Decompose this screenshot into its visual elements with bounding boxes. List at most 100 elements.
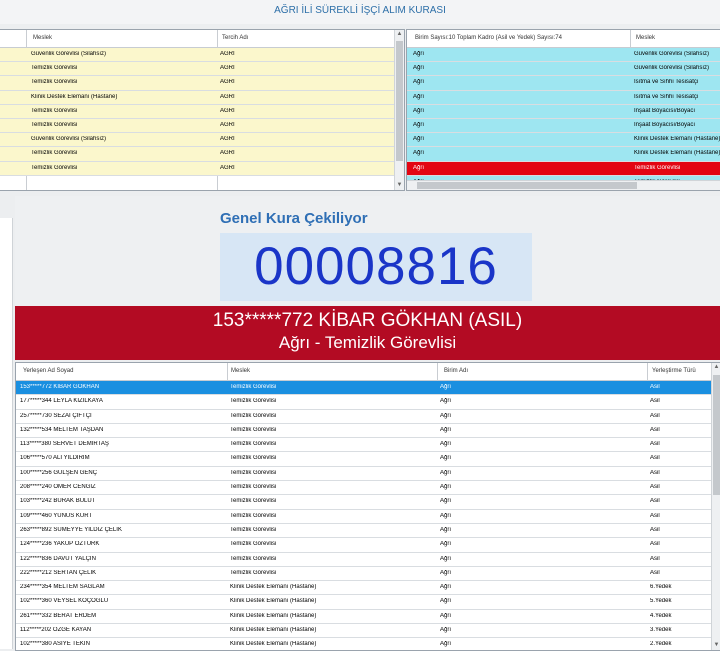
table-cell: Ağrı xyxy=(440,426,452,433)
table-cell: Ağrı xyxy=(440,569,452,576)
table-row[interactable]: 112*****202 ÖZGE KAYAN Klinik Destek Elem… xyxy=(16,624,720,639)
table-cell: 106*****570 ALİ YILDIRIM xyxy=(20,455,90,462)
scroll-thumb[interactable] xyxy=(396,41,403,161)
table-row[interactable]: 103*****242 BURAK BULUT Temizlik Görevlis… xyxy=(16,495,720,510)
table-row[interactable]: 257*****730 SEZAİ ÇİFTÇİ Temizlik Görevli… xyxy=(16,409,720,424)
table-row[interactable]: Ağrı Isıtma ve Sıhhi Tesisatçı xyxy=(407,90,720,105)
column-header-meslek[interactable]: Meslek xyxy=(33,35,52,41)
table-row[interactable]: Temizlik Görevlisi AĞRI xyxy=(0,118,404,134)
table-row[interactable]: Ağrı İnşaat Boyacısı/Boyacı xyxy=(407,118,720,134)
table-cell: Güvenlik Görevlisi (Silahsız) xyxy=(634,51,710,57)
table-row[interactable]: 263*****892 SÜMEYYE YILDIZ ÇELİK Temizlik… xyxy=(16,523,720,539)
table-cell: 103*****242 BURAK BULUT xyxy=(20,498,96,505)
table-row[interactable]: 208*****240 ÖMER CENGİZ Temizlik Görevlis… xyxy=(16,481,720,496)
table-row[interactable]: 102*****360 VEYSEL KOÇOĞLU Klinik Destek … xyxy=(16,595,720,610)
table-row[interactable]: 109*****460 YUNUS KURT Temizlik Görevlisi… xyxy=(16,509,720,524)
winner-name: 153*****772 KİBAR GÖKHAN (ASIL) xyxy=(212,310,523,331)
table-row[interactable]: Güvenlik Görevlisi (Silahsız) AĞRI xyxy=(0,133,404,148)
column-header-tercih-adi[interactable]: Tercih Adı xyxy=(222,35,248,41)
table-cell: 122*****836 DAVUT YALÇIN xyxy=(20,555,96,562)
table-row[interactable]: 124*****236 YAKUP ÖZTÜRK Temizlik Görevli… xyxy=(16,538,720,553)
table-cell: AĞRI xyxy=(220,164,235,171)
table-cell: Temizlik Görevlisi xyxy=(31,164,78,171)
table-cell: AĞRI xyxy=(220,121,235,128)
table-cell: 2.Yedek xyxy=(650,641,672,648)
column-header-ad-soyad[interactable]: Yerleşen Ad Soyad xyxy=(23,368,73,374)
table-cell: Temizlik Görevlisi xyxy=(230,412,277,419)
tercih-grid[interactable]: Meslek Tercih Adı Güvenlik Görevlisi (Si… xyxy=(0,29,405,191)
birim-grid-hscroll[interactable] xyxy=(407,180,720,190)
scroll-up-icon[interactable]: ▲ xyxy=(712,363,720,372)
table-cell: 102*****360 VEYSEL KOÇOĞLU xyxy=(20,598,109,605)
table-row[interactable]: Klinik Destek Elemanı (Hastane) AĞRI xyxy=(0,90,404,105)
column-header-birim[interactable]: Birim Sayısı:10 Toplam Kadro (Asil ve Ye… xyxy=(415,35,562,41)
table-cell: Klinik Destek Elemanı (Hastane) xyxy=(634,136,720,143)
table-cell: Klinik Destek Elemanı (Hastane) xyxy=(230,612,317,619)
scroll-down-icon[interactable]: ▼ xyxy=(395,181,404,190)
table-cell: Ağrı xyxy=(413,164,425,171)
table-cell: Asil xyxy=(650,426,660,433)
tercih-grid-vscroll[interactable]: ▲ ▼ xyxy=(394,30,404,190)
column-header-meslek[interactable]: Meslek xyxy=(636,35,655,41)
table-row[interactable]: 100*****256 GÜLŞEN GENÇ Temizlik Görevlis… xyxy=(16,466,720,482)
table-cell: Asil xyxy=(650,412,660,419)
scroll-up-icon[interactable]: ▲ xyxy=(395,30,404,39)
table-cell: AĞRI xyxy=(220,107,235,114)
table-row[interactable]: Güvenlik Görevlisi (Silahsız) AĞRI xyxy=(0,48,404,63)
table-row[interactable]: Ağrı Isıtma ve Sıhhi Tesisatçı xyxy=(407,76,720,91)
table-row[interactable]: Temizlik Görevlisi AĞRI xyxy=(0,62,404,77)
table-row[interactable]: Temizlik Görevlisi AĞRI xyxy=(0,161,404,176)
table-row[interactable]: 234*****354 MELTEM SAĞLAM Klinik Destek E… xyxy=(16,581,720,596)
table-row[interactable]: 106*****570 ALİ YILDIRIM Temizlik Görevli… xyxy=(16,452,720,467)
table-row[interactable]: 113*****380 SERVET DEMİRTAŞ Temizlik Göre… xyxy=(16,438,720,453)
scroll-thumb[interactable] xyxy=(713,375,720,495)
table-cell: Ağrı xyxy=(440,398,452,405)
column-header-meslek[interactable]: Meslek xyxy=(231,368,250,374)
table-row[interactable]: Ağrı Klinik Destek Elemanı (Hastane) xyxy=(407,147,720,162)
table-row[interactable]: Temizlik Görevlisi AĞRI xyxy=(0,76,404,91)
table-row[interactable]: Ağrı Güvenlik Görevlisi (Silahsız) xyxy=(407,62,720,77)
table-row[interactable]: 153*****772 KİBAR GÖKHAN Temizlik Görevli… xyxy=(16,381,720,396)
birim-grid[interactable]: Birim Sayısı:10 Toplam Kadro (Asil ve Ye… xyxy=(406,29,720,191)
column-header-birim-adi[interactable]: Birim Adı xyxy=(444,368,468,374)
table-cell: Ağrı xyxy=(440,612,452,619)
column-header-yerlestirme-turu[interactable]: Yerleştirme Türü xyxy=(652,368,696,374)
tercih-grid-header: Meslek Tercih Adı xyxy=(0,30,404,48)
table-cell: Temizlik Görevlisi xyxy=(230,384,277,390)
table-cell: Ağrı xyxy=(440,526,452,533)
results-grid[interactable]: Yerleşen Ad Soyad Meslek Birim Adı Yerle… xyxy=(15,362,720,651)
table-cell: 109*****460 YUNUS KURT xyxy=(20,512,93,519)
table-row[interactable]: 177*****344 LEYLA KIZILKAYA Temizlik Göre… xyxy=(16,395,720,410)
table-row[interactable]: Ağrı Temizlik Görevlisi xyxy=(407,161,720,176)
table-row[interactable]: Ağrı Güvenlik Görevlisi (Silahsız) xyxy=(407,48,720,63)
table-row[interactable]: Ağrı Klinik Destek Elemanı (Hastane) xyxy=(407,133,720,148)
table-cell: Ağrı xyxy=(440,598,452,605)
table-cell: Ağrı xyxy=(440,484,452,491)
left-scroll-strip[interactable] xyxy=(0,218,13,649)
table-cell: Ağrı xyxy=(440,584,452,591)
table-cell: 261*****332 BERAT ERDEM xyxy=(20,612,97,619)
scroll-thumb[interactable] xyxy=(417,182,637,189)
table-row[interactable]: 222*****212 SERTAN ÇELİK Temizlik Görevli… xyxy=(16,566,720,582)
table-cell: Ağrı xyxy=(440,498,452,505)
table-cell: Asil xyxy=(650,569,660,576)
table-cell: Temizlik Görevlisi xyxy=(31,121,78,128)
table-row[interactable]: Temizlik Görevlisi AĞRI xyxy=(0,104,404,119)
table-row[interactable]: Temizlik Görevlisi AĞRI xyxy=(0,147,404,162)
table-cell: Asil xyxy=(650,384,660,390)
results-grid-vscroll[interactable]: ▲ ▼ xyxy=(711,363,720,650)
table-cell: Asil xyxy=(650,441,660,448)
table-row[interactable]: 102*****380 ASİYE TEKİN Klinik Destek Ele… xyxy=(16,638,720,650)
table-cell: Temizlik Görevlisi xyxy=(230,541,277,548)
table-cell: Ağrı xyxy=(413,150,425,157)
table-cell: Klinik Destek Elemanı (Hastane) xyxy=(230,584,317,591)
table-cell: Temizlik Görevlisi xyxy=(230,555,277,562)
table-cell: Klinik Destek Elemanı (Hastane) xyxy=(31,93,118,100)
table-row[interactable]: 132*****534 MELTEM TAŞDAN Temizlik Görevl… xyxy=(16,423,720,439)
table-cell: AĞRI xyxy=(220,65,235,72)
table-cell: 153*****772 KİBAR GÖKHAN xyxy=(20,384,100,390)
table-row[interactable]: 122*****836 DAVUT YALÇIN Temizlik Görevli… xyxy=(16,552,720,567)
table-cell: Temizlik Görevlisi xyxy=(230,398,277,405)
table-row[interactable]: 261*****332 BERAT ERDEM Klinik Destek Ele… xyxy=(16,609,720,625)
table-row[interactable]: Ağrı İnşaat Boyacısı/Boyacı xyxy=(407,104,720,119)
